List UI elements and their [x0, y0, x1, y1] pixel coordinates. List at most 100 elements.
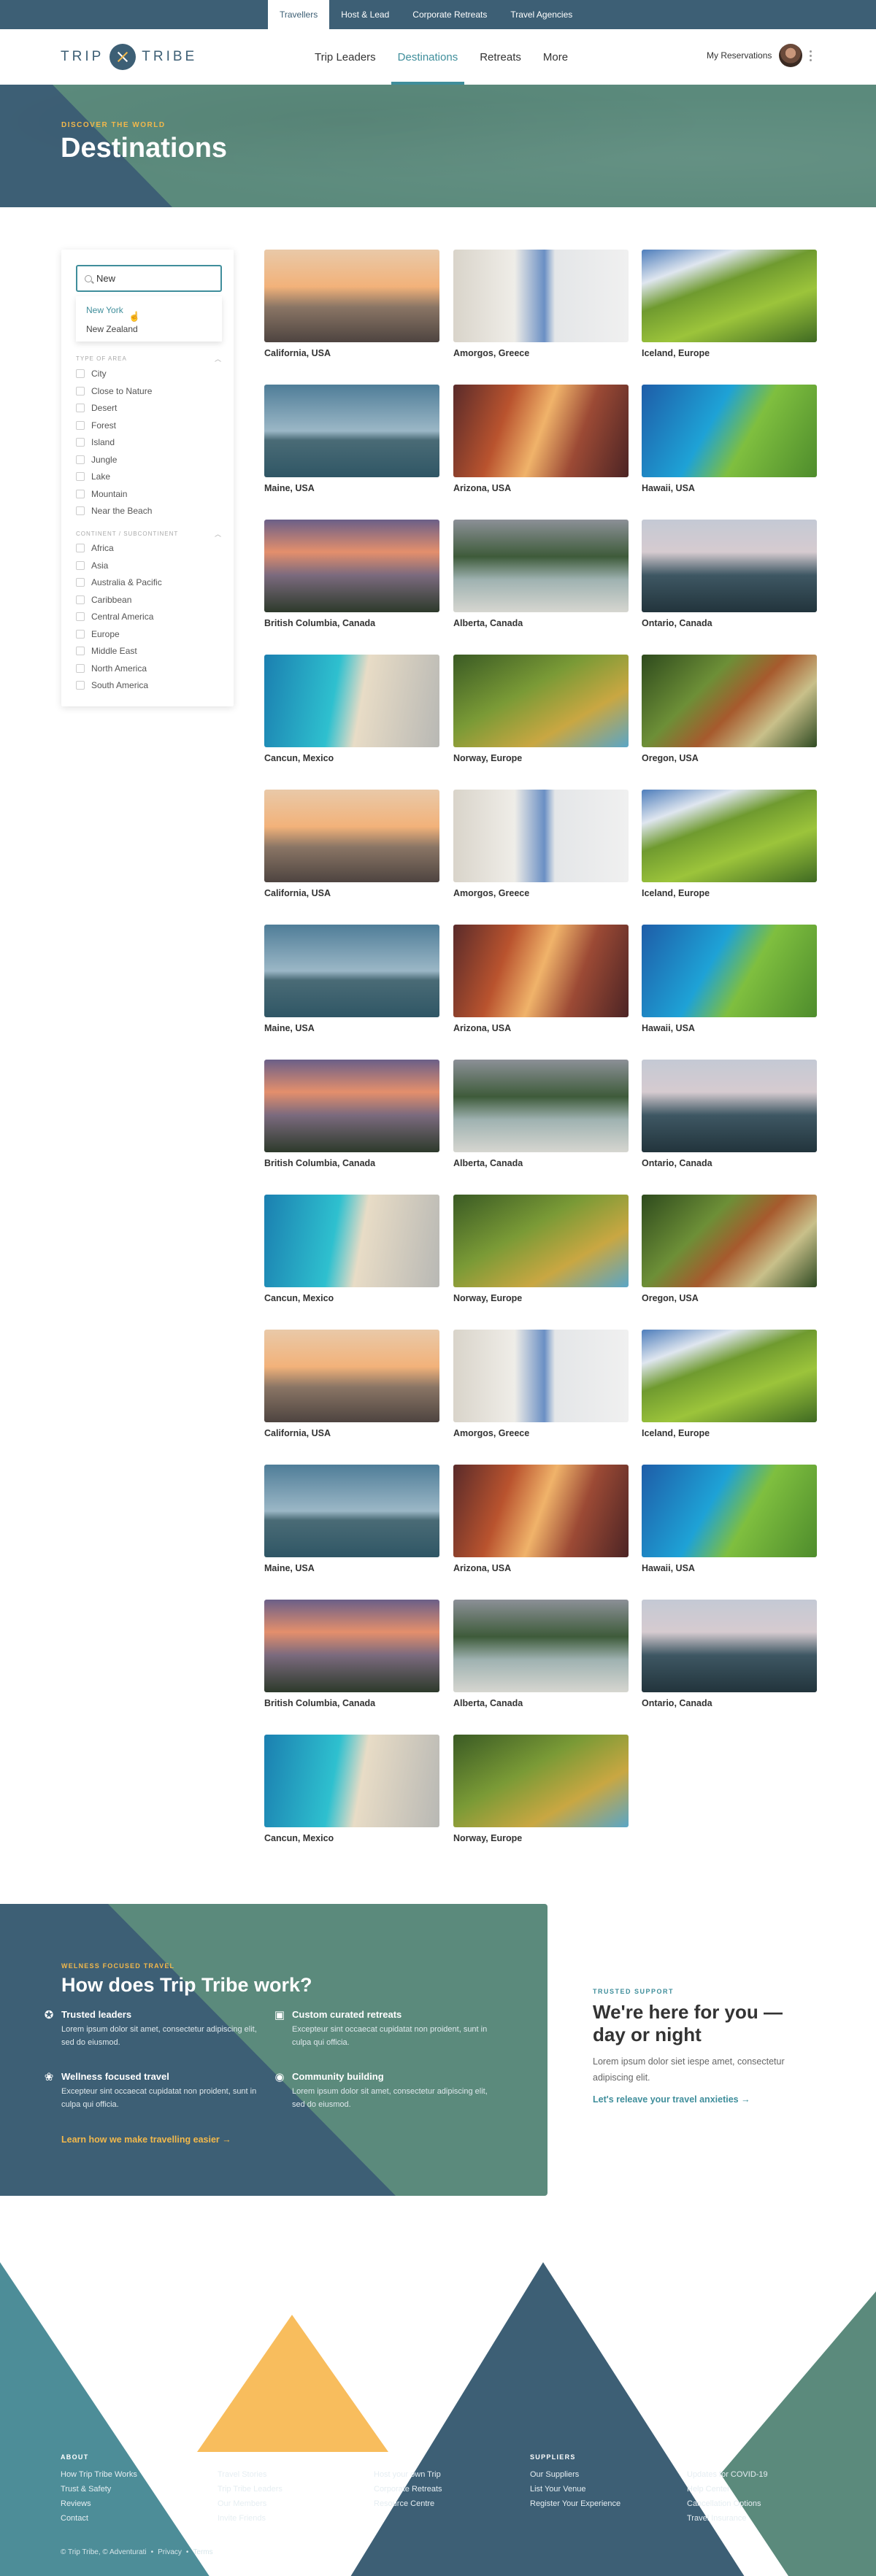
checkbox[interactable]: [76, 663, 85, 673]
destination-card[interactable]: California, USA: [264, 1330, 439, 1438]
destination-image[interactable]: [264, 1195, 439, 1287]
destination-label[interactable]: Iceland, Europe: [642, 888, 817, 898]
destination-card[interactable]: California, USA: [264, 790, 439, 898]
checkbox[interactable]: [76, 681, 85, 690]
footer-link[interactable]: Travel Stories: [218, 2467, 364, 2482]
destination-label[interactable]: Alberta, Canada: [453, 1698, 629, 1708]
destination-label[interactable]: Oregon, USA: [642, 1293, 817, 1303]
destination-card[interactable]: Ontario, Canada: [642, 1060, 817, 1168]
checkbox[interactable]: [76, 489, 85, 498]
destination-card[interactable]: Oregon, USA: [642, 655, 817, 763]
destination-card[interactable]: Cancun, Mexico: [264, 655, 439, 763]
destination-image[interactable]: [264, 1060, 439, 1152]
audience-tab[interactable]: Travel Agencies: [499, 0, 584, 29]
footer-link[interactable]: Host your own Trip: [374, 2467, 520, 2482]
audience-tab[interactable]: Host & Lead: [329, 0, 401, 29]
destination-card[interactable]: California, USA: [264, 250, 439, 358]
support-link[interactable]: Let's releave your travel anxieties →: [593, 2094, 812, 2105]
destination-card[interactable]: Maine, USA: [264, 1465, 439, 1573]
filter-checkbox-row[interactable]: Australia & Pacific: [76, 576, 162, 589]
destination-image[interactable]: [642, 520, 817, 612]
destination-image[interactable]: [453, 1195, 629, 1287]
checkbox[interactable]: [76, 506, 85, 515]
checkbox[interactable]: [76, 455, 85, 464]
destination-label[interactable]: Hawaii, USA: [642, 1563, 817, 1573]
destination-image[interactable]: [264, 385, 439, 477]
audience-tab[interactable]: Travellers: [268, 0, 330, 29]
nav-item[interactable]: More: [532, 29, 579, 85]
destination-label[interactable]: Ontario, Canada: [642, 618, 817, 628]
filter-checkbox-row[interactable]: Central America: [76, 610, 153, 623]
destination-image[interactable]: [453, 250, 629, 342]
destination-image[interactable]: [453, 1330, 629, 1422]
destination-card[interactable]: British Columbia, Canada: [264, 520, 439, 628]
destination-card[interactable]: Amorgos, Greece: [453, 790, 629, 898]
filter-checkbox-row[interactable]: Island: [76, 436, 115, 449]
logo[interactable]: TRIP TRIBE: [61, 44, 197, 70]
suggestion-item[interactable]: New York: [86, 305, 123, 315]
destination-image[interactable]: [453, 520, 629, 612]
privacy-link[interactable]: Privacy: [158, 2548, 182, 2556]
checkbox[interactable]: [76, 386, 85, 396]
destination-image[interactable]: [453, 790, 629, 882]
destination-label[interactable]: Norway, Europe: [453, 753, 629, 763]
my-reservations-link[interactable]: My Reservations: [707, 50, 772, 61]
destination-card[interactable]: Iceland, Europe: [642, 250, 817, 358]
footer-link[interactable]: Updates for COVID-19: [687, 2467, 833, 2482]
filter-checkbox-row[interactable]: South America: [76, 679, 148, 692]
destination-card[interactable]: Hawaii, USA: [642, 925, 817, 1033]
destination-label[interactable]: Iceland, Europe: [642, 348, 817, 358]
destination-card[interactable]: Arizona, USA: [453, 925, 629, 1033]
destination-card[interactable]: Norway, Europe: [453, 1735, 629, 1843]
destination-label[interactable]: Maine, USA: [264, 1023, 439, 1033]
destination-label[interactable]: Alberta, Canada: [453, 618, 629, 628]
checkbox[interactable]: [76, 647, 85, 655]
terms-link[interactable]: Terms: [193, 2548, 212, 2556]
checkbox[interactable]: [76, 629, 85, 639]
footer-link[interactable]: Cancellation Options: [687, 2496, 833, 2511]
filter-checkbox-row[interactable]: Desert: [76, 401, 117, 414]
filter-checkbox-row[interactable]: Lake: [76, 470, 110, 483]
footer-link[interactable]: Contact: [61, 2511, 207, 2526]
destination-label[interactable]: Norway, Europe: [453, 1833, 629, 1843]
footer-link[interactable]: Register Your Experience: [530, 2496, 676, 2511]
search-input[interactable]: [96, 273, 213, 284]
destination-image[interactable]: [642, 925, 817, 1017]
destination-label[interactable]: Arizona, USA: [453, 1023, 629, 1033]
destination-image[interactable]: [642, 250, 817, 342]
checkbox[interactable]: [76, 438, 85, 447]
destination-image[interactable]: [264, 1735, 439, 1827]
destination-label[interactable]: California, USA: [264, 1428, 439, 1438]
destination-image[interactable]: [642, 655, 817, 747]
destination-card[interactable]: Alberta, Canada: [453, 1060, 629, 1168]
footer-link[interactable]: Our Suppliers: [530, 2467, 676, 2482]
destination-label[interactable]: California, USA: [264, 348, 439, 358]
filter-checkbox-row[interactable]: Middle East: [76, 644, 137, 658]
destination-card[interactable]: Norway, Europe: [453, 1195, 629, 1303]
learn-more-link[interactable]: Learn how we make travelling easier →: [61, 2135, 231, 2145]
checkbox[interactable]: [76, 472, 85, 481]
destination-card[interactable]: Alberta, Canada: [453, 1600, 629, 1708]
destination-label[interactable]: Amorgos, Greece: [453, 348, 629, 358]
destination-card[interactable]: Ontario, Canada: [642, 1600, 817, 1708]
footer-link[interactable]: Our Members: [218, 2496, 364, 2511]
destination-label[interactable]: Maine, USA: [264, 1563, 439, 1573]
destination-label[interactable]: Oregon, USA: [642, 753, 817, 763]
destination-label[interactable]: California, USA: [264, 888, 439, 898]
footer-link[interactable]: Trust & Safety: [61, 2482, 207, 2496]
destination-card[interactable]: Ontario, Canada: [642, 520, 817, 628]
filter-checkbox-row[interactable]: Jungle: [76, 453, 117, 466]
destination-label[interactable]: British Columbia, Canada: [264, 1698, 439, 1708]
destination-image[interactable]: [453, 1735, 629, 1827]
filter-checkbox-row[interactable]: Forest: [76, 419, 116, 432]
destination-image[interactable]: [264, 925, 439, 1017]
destination-image[interactable]: [453, 1060, 629, 1152]
suggestion-item[interactable]: New Zealand: [86, 324, 138, 334]
destination-card[interactable]: Maine, USA: [264, 385, 439, 493]
destination-image[interactable]: [453, 655, 629, 747]
destination-card[interactable]: Cancun, Mexico: [264, 1195, 439, 1303]
more-options-icon[interactable]: [810, 50, 812, 61]
destination-image[interactable]: [264, 655, 439, 747]
nav-item[interactable]: Destinations: [387, 29, 469, 85]
footer-link[interactable]: Corporate Retreats: [374, 2482, 520, 2496]
